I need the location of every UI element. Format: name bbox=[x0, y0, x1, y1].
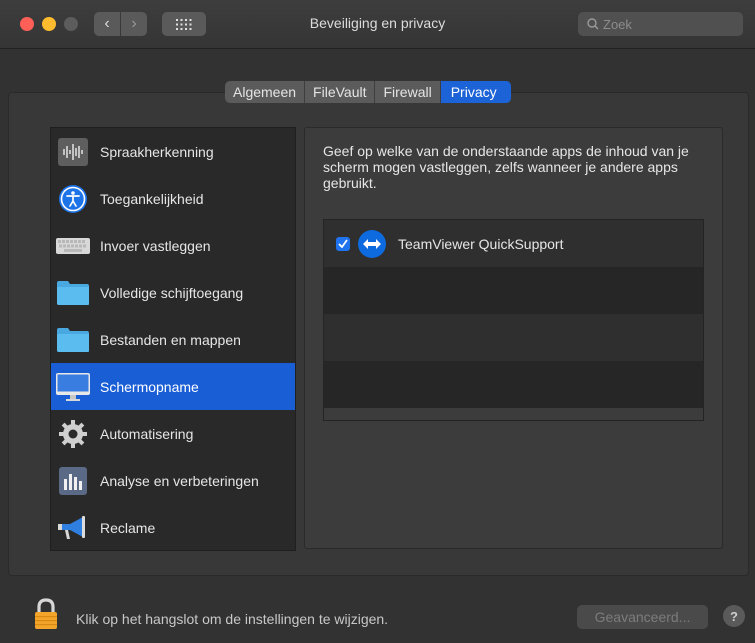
sidebar-item-label: Invoer vastleggen bbox=[100, 237, 211, 254]
app-permission-checkbox[interactable] bbox=[336, 236, 350, 251]
help-button[interactable]: ? bbox=[723, 605, 745, 627]
sidebar-item-label: Toegankelijkheid bbox=[100, 190, 204, 207]
sidebar-item-bestanden-en-mappen[interactable]: Bestanden en mappen bbox=[51, 316, 295, 363]
folder-icon bbox=[56, 325, 90, 355]
display-icon bbox=[56, 372, 90, 402]
gear-icon bbox=[56, 419, 90, 449]
padlock-icon bbox=[35, 598, 57, 629]
tab-algemeen[interactable]: Algemeen bbox=[225, 81, 306, 103]
keyboard-icon bbox=[56, 231, 90, 261]
sidebar-item-label: Volledige schijftoegang bbox=[100, 284, 244, 301]
search-icon bbox=[587, 18, 599, 30]
list-item-empty bbox=[324, 314, 703, 361]
sidebar-item-automatisering[interactable]: Automatisering bbox=[51, 410, 295, 457]
list-item-empty bbox=[324, 267, 703, 314]
search-input[interactable]: Zoek bbox=[578, 12, 743, 36]
list-item-empty bbox=[324, 361, 703, 408]
sidebar-item-toegankelijkheid[interactable]: Toegankelijkheid bbox=[51, 175, 295, 222]
teamviewer-icon bbox=[358, 229, 386, 258]
tab-privacy[interactable]: Privacy bbox=[440, 81, 511, 103]
search-placeholder: Zoek bbox=[603, 16, 632, 32]
sidebar-item-label: Reclame bbox=[100, 519, 156, 536]
sidebar-item-spraakherkenning[interactable]: Spraakherkenning bbox=[51, 128, 295, 175]
lock-instruction-text: Klik op het hangslot om de instellingen … bbox=[76, 611, 389, 627]
tab-bar: Algemeen FileVault Firewall Privacy bbox=[225, 81, 511, 103]
sidebar-item-invoer-vastleggen[interactable]: Invoer vastleggen bbox=[51, 222, 295, 269]
sidebar-item-volledige-schijftoegang[interactable]: Volledige schijftoegang bbox=[51, 269, 295, 316]
title-bar: ‹ › Beveiliging en privacy Zoek bbox=[0, 0, 755, 49]
tab-firewall[interactable]: Firewall bbox=[375, 81, 441, 103]
sidebar-item-analyse-en-verbeteringen[interactable]: Analyse en verbeteringen bbox=[51, 457, 295, 504]
sidebar-item-label: Bestanden en mappen bbox=[100, 331, 241, 348]
folder-icon bbox=[56, 278, 90, 308]
app-name: TeamViewer QuickSupport bbox=[398, 235, 564, 252]
sidebar-item-schermopname[interactable]: Schermopname bbox=[51, 363, 295, 410]
sidebar-item-label: Analyse en verbeteringen bbox=[100, 472, 259, 489]
tab-filevault[interactable]: FileVault bbox=[305, 81, 376, 103]
app-list[interactable]: TeamViewer QuickSupport bbox=[323, 219, 704, 421]
waveform-icon bbox=[56, 137, 90, 167]
advanced-button[interactable]: Geavanceerd... bbox=[577, 605, 708, 629]
sidebar-item-label: Spraakherkenning bbox=[100, 143, 214, 160]
lock-button[interactable] bbox=[33, 598, 59, 635]
list-item[interactable]: TeamViewer QuickSupport bbox=[324, 220, 703, 267]
megaphone-icon bbox=[56, 513, 90, 543]
bar-chart-icon bbox=[56, 466, 90, 496]
privacy-category-list[interactable]: Spraakherkenning Toegankelijkheid Invoer… bbox=[50, 127, 296, 551]
accessibility-icon bbox=[56, 184, 90, 214]
screen-recording-description: Geef op welke van de onderstaande apps d… bbox=[323, 143, 689, 191]
sidebar-item-label: Automatisering bbox=[100, 425, 194, 442]
sidebar-item-label: Schermopname bbox=[100, 378, 199, 395]
sidebar-item-reclame[interactable]: Reclame bbox=[51, 504, 295, 551]
checkmark-icon bbox=[338, 239, 348, 248]
